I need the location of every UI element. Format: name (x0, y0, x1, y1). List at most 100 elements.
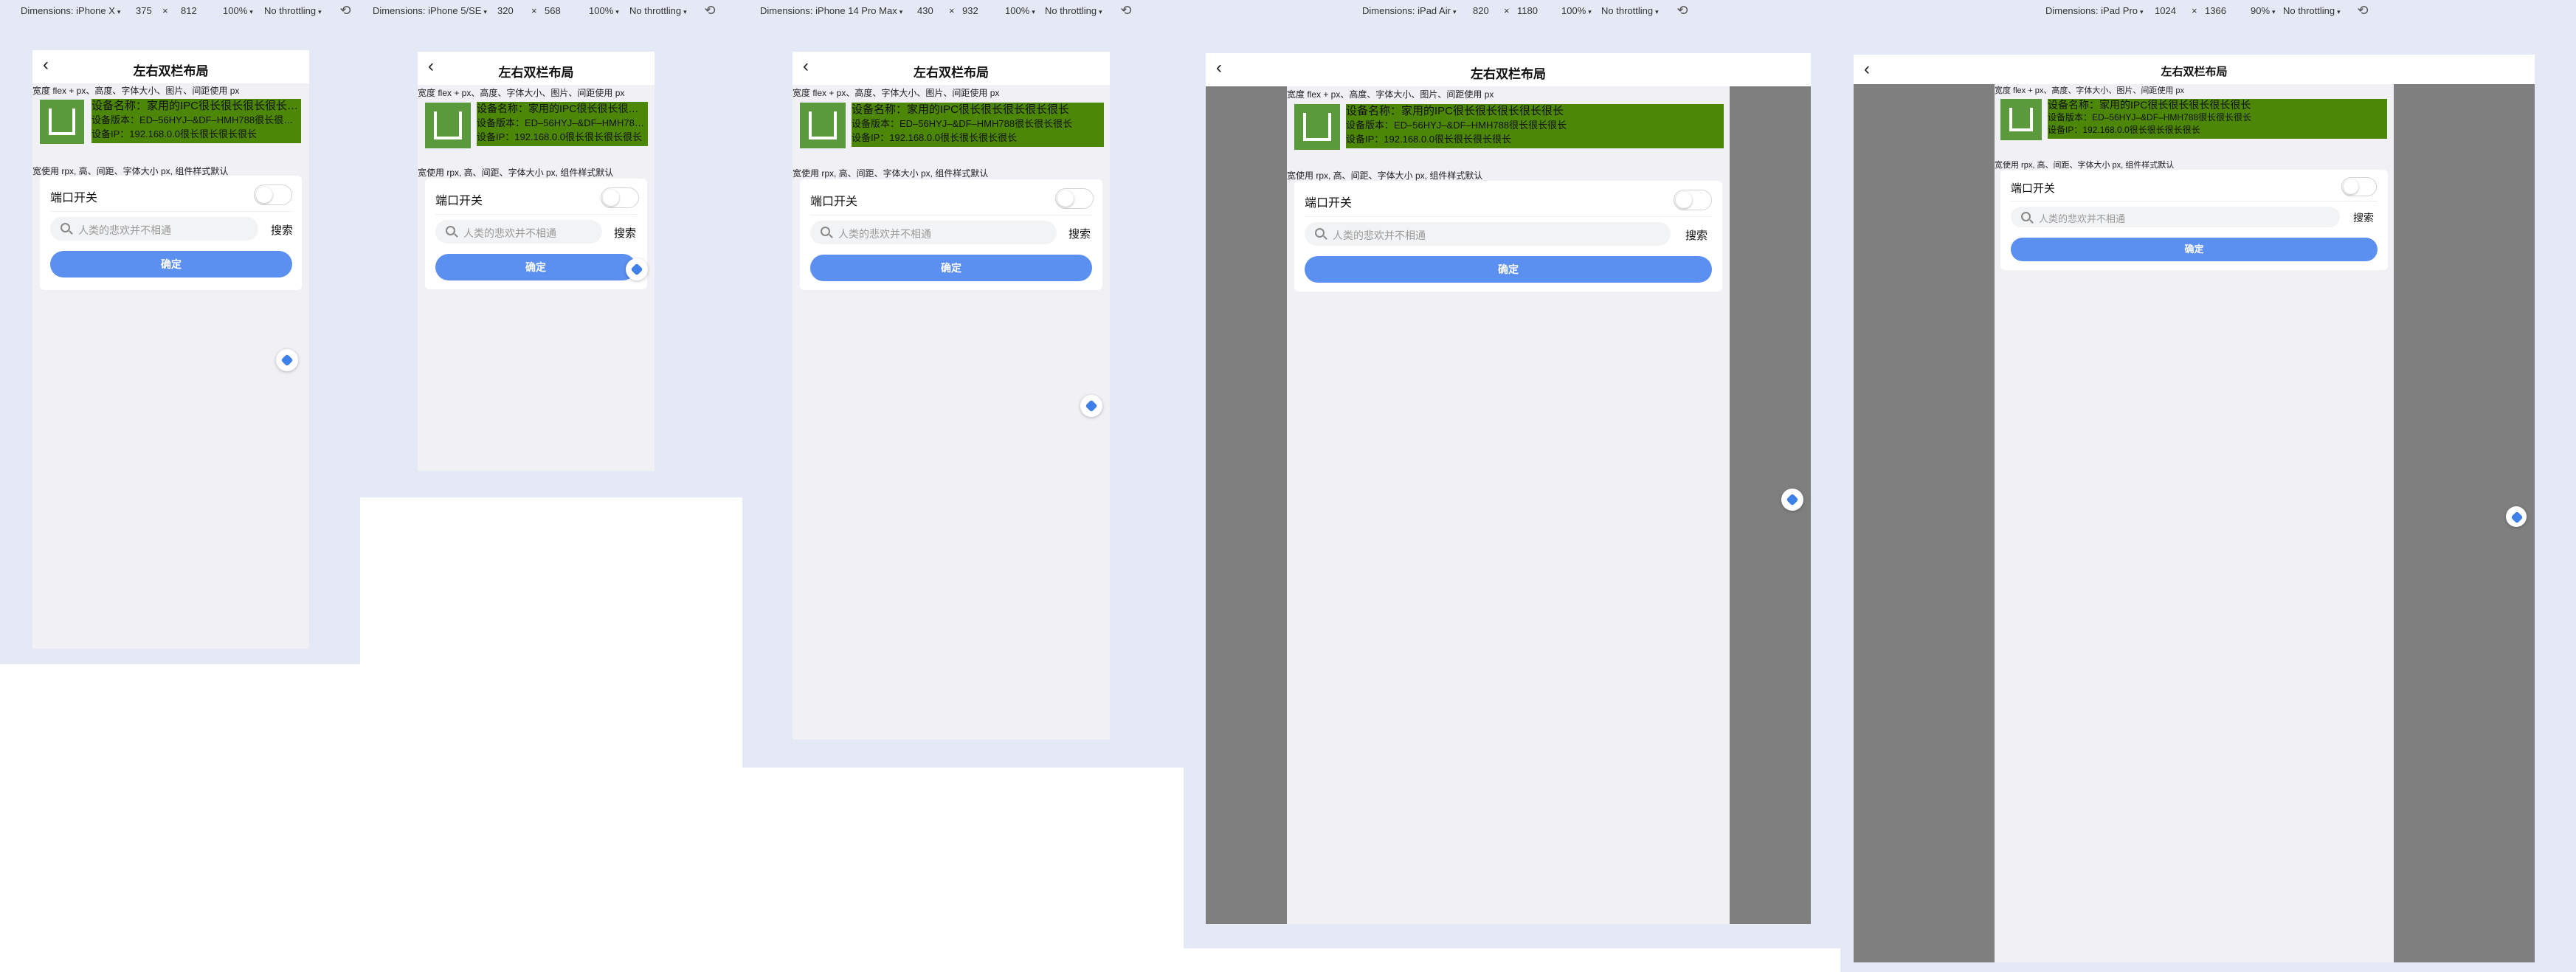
search-icon (446, 226, 455, 235)
floating-assistant-icon[interactable] (276, 349, 298, 371)
zoom-select[interactable]: 90% ▾ (2251, 5, 2276, 16)
confirm-button[interactable]: 确定 (2011, 238, 2378, 261)
width-input[interactable]: 1024 (2155, 4, 2176, 18)
width-input[interactable]: 820 (1473, 4, 1489, 18)
device-select[interactable]: Dimensions: iPhone 14 Pro Max ▾ (760, 5, 902, 16)
zoom-select[interactable]: 100% ▾ (1561, 5, 1592, 16)
zoom-select[interactable]: 100% ▾ (223, 5, 253, 16)
switch-label: 端口开关 (50, 192, 98, 204)
width-input[interactable]: 320 (497, 4, 514, 18)
throttle-select[interactable]: No throttling ▾ (1601, 5, 1659, 16)
device-screen: ‹ 左右双栏布局 宽度 flex + px、高度、字体大小、图片、间距使用 px… (1854, 55, 2535, 962)
rotate-icon[interactable]: ⟲ (2354, 1, 2372, 19)
divider (435, 214, 637, 215)
height-input[interactable]: 932 (962, 4, 978, 18)
confirm-button[interactable]: 确定 (50, 251, 292, 278)
times-sign: × (949, 5, 955, 16)
device-image (425, 103, 471, 148)
device-u-icon (2009, 108, 2033, 131)
floating-assistant-icon[interactable] (1080, 395, 1102, 417)
device-name: 设备名称：家用的IPC很长很长很长很长很长 (852, 103, 1070, 116)
port-switch[interactable] (601, 187, 639, 208)
device-version: 设备版本：ED–56HYJ–&DF–HMH788很长很长很长 (852, 118, 1073, 129)
port-switch[interactable] (1674, 190, 1712, 210)
device-select[interactable]: Dimensions: iPad Air ▾ (1362, 5, 1456, 16)
device-image (800, 103, 846, 148)
device-info: 设备名称：家用的IPC很长很长很长很长很长 设备版本：ED–56HYJ–&DF–… (91, 99, 301, 143)
times-sign: × (2192, 5, 2197, 16)
device-panel-iphone-se: Dimensions: iPhone 5/SE ▾ 320 × 568 100% ▾… (360, 0, 742, 497)
height-input[interactable]: 568 (545, 4, 561, 18)
device-screen: ‹ 左右双栏布局 宽度 flex + px、高度、字体大小、图片、间距使用 px… (1206, 53, 1811, 924)
confirm-button[interactable]: 确定 (435, 254, 636, 280)
zoom-select[interactable]: 100% ▾ (1005, 5, 1035, 16)
confirm-button[interactable]: 确定 (810, 255, 1092, 281)
device-name: 设备名称：家用的IPC很长很长很长很长很长 (477, 103, 648, 114)
device-version: 设备版本：ED–56HYJ–&DF–HMH788很长很长很长 (477, 117, 648, 128)
page-title: 左右双栏布局 (914, 66, 989, 80)
throttle-select[interactable]: No throttling ▾ (264, 5, 322, 16)
search-input[interactable]: 人类的悲欢并不相通 (2011, 207, 2340, 227)
device-image (40, 100, 84, 144)
device-select[interactable]: Dimensions: iPad Pro ▾ (2045, 5, 2144, 16)
rotate-icon[interactable]: ⟲ (1117, 1, 1135, 19)
device-screen: ‹ 左右双栏布局 宽度 flex + px、高度、字体大小、图片、间距使用 px… (32, 50, 309, 649)
search-input[interactable]: 人类的悲欢并不相通 (435, 220, 602, 244)
device-u-icon (1303, 113, 1331, 141)
devtools-toolbar: Dimensions: iPad Pro ▾ 1024 × 1366 90% ▾ N… (1840, 0, 2576, 22)
switch-knob (256, 187, 272, 203)
throttle-select[interactable]: No throttling ▾ (629, 5, 687, 16)
search-button[interactable]: 搜索 (1685, 227, 1707, 243)
port-switch[interactable] (1055, 188, 1094, 209)
divider (810, 215, 1092, 216)
floating-assistant-icon[interactable] (1781, 489, 1803, 511)
search-input[interactable]: 人类的悲欢并不相通 (810, 221, 1057, 244)
device-info: 设备名称：家用的IPC很长很长很长很长很长 设备版本：ED–56HYJ–&DF–… (1346, 104, 1724, 148)
settings-card: 端口开关 人类的悲欢并不相通 搜索 确定 (40, 176, 302, 290)
settings-card: 端口开关 人类的悲欢并不相通 搜索 确定 (425, 179, 647, 289)
switch-label: 端口开关 (810, 196, 858, 208)
rotate-icon[interactable]: ⟲ (336, 1, 354, 19)
device-select[interactable]: Dimensions: iPhone X ▾ (21, 5, 120, 16)
device-version: 设备版本：ED–56HYJ–&DF–HMH788很长很长很长 (91, 114, 301, 125)
throttle-select[interactable]: No throttling ▾ (1045, 5, 1102, 16)
switch-label: 端口开关 (1305, 197, 1353, 210)
throttle-select[interactable]: No throttling ▾ (2283, 5, 2341, 16)
layout-desc-1: 宽度 flex + px、高度、字体大小、图片、间距使用 px (418, 88, 625, 98)
devtools-toolbar: Dimensions: iPhone X ▾ 375 × 812 100% ▾ No… (0, 0, 360, 22)
left-gutter (1854, 84, 1995, 962)
settings-card: 端口开关 人类的悲欢并不相通 搜索 确定 (2000, 170, 2388, 270)
search-icon (61, 223, 70, 232)
device-u-icon (434, 111, 462, 139)
device-select[interactable]: Dimensions: iPhone 5/SE ▾ (373, 5, 487, 16)
search-button[interactable]: 搜索 (1068, 226, 1091, 241)
device-ip: 设备IP：192.168.0.0很长很长很长很长 (91, 128, 257, 139)
width-input[interactable]: 430 (917, 4, 933, 18)
search-button[interactable]: 搜索 (614, 225, 636, 241)
confirm-button[interactable]: 确定 (1305, 256, 1712, 283)
device-info: 设备名称：家用的IPC很长很长很长很长很长 设备版本：ED–56HYJ–&DF–… (477, 102, 648, 146)
search-input[interactable]: 人类的悲欢并不相通 (1305, 222, 1671, 246)
rotate-icon[interactable]: ⟲ (1674, 1, 1691, 19)
port-switch[interactable] (2341, 177, 2377, 196)
times-sign: × (1504, 5, 1510, 16)
port-switch[interactable] (254, 185, 292, 205)
rotate-icon[interactable]: ⟲ (701, 1, 719, 19)
times-sign: × (162, 5, 168, 16)
search-button[interactable]: 搜索 (2353, 210, 2374, 225)
device-screen: ‹ 左右双栏布局 宽度 flex + px、高度、字体大小、图片、间距使用 px… (418, 52, 655, 471)
layout-desc-1: 宽度 flex + px、高度、字体大小、图片、间距使用 px (793, 88, 1000, 98)
device-ip: 设备IP：192.168.0.0很长很长很长很长 (852, 132, 1017, 143)
search-placeholder: 人类的悲欢并不相通 (838, 228, 931, 240)
width-input[interactable]: 375 (136, 4, 152, 18)
height-input[interactable]: 1180 (1517, 4, 1538, 18)
layout-desc-2: 宽使用 rpx, 高、间距、字体大小 px, 组件样式默认 (793, 168, 989, 179)
height-input[interactable]: 1366 (2205, 4, 2226, 18)
floating-assistant-icon[interactable] (2506, 506, 2527, 527)
device-screen: ‹ 左右双栏布局 宽度 flex + px、高度、字体大小、图片、间距使用 px… (793, 52, 1110, 740)
zoom-select[interactable]: 100% ▾ (589, 5, 619, 16)
search-input[interactable]: 人类的悲欢并不相通 (50, 217, 258, 241)
search-button[interactable]: 搜索 (271, 222, 293, 238)
floating-assistant-icon[interactable] (626, 258, 648, 280)
height-input[interactable]: 812 (181, 4, 197, 18)
